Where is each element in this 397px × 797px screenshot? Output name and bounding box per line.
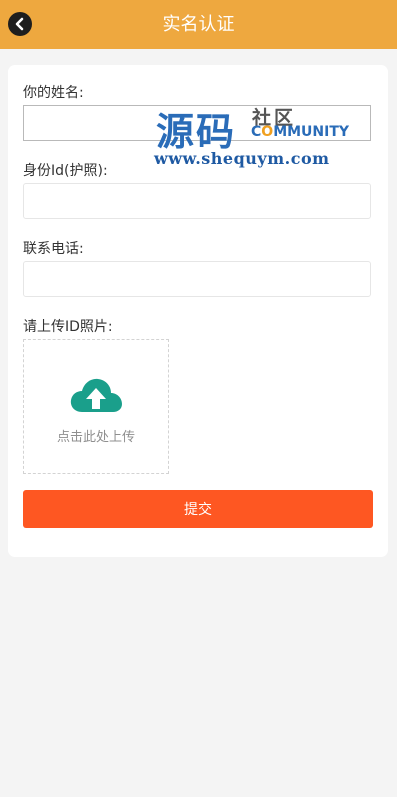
app-header: 实名认证 xyxy=(0,0,397,49)
id-label: 身份Id(护照): xyxy=(23,163,108,179)
photo-upload-area[interactable]: 点击此处上传 xyxy=(23,339,169,474)
page-title: 实名认证 xyxy=(162,14,235,35)
phone-label: 联系电话: xyxy=(23,241,84,257)
photo-label: 请上传ID照片: xyxy=(23,319,113,335)
verification-form-card: 你的姓名: 身份Id(护照): 联系电话: 请上传ID照片: 点击此处上传 提交 xyxy=(8,65,388,557)
upload-hint-text: 点击此处上传 xyxy=(56,430,135,445)
name-label: 你的姓名: xyxy=(23,85,84,101)
name-input[interactable] xyxy=(23,105,371,141)
cloud-upload-icon xyxy=(70,378,122,412)
id-input[interactable] xyxy=(23,183,371,219)
phone-input[interactable] xyxy=(23,261,371,297)
submit-button[interactable]: 提交 xyxy=(23,490,373,528)
